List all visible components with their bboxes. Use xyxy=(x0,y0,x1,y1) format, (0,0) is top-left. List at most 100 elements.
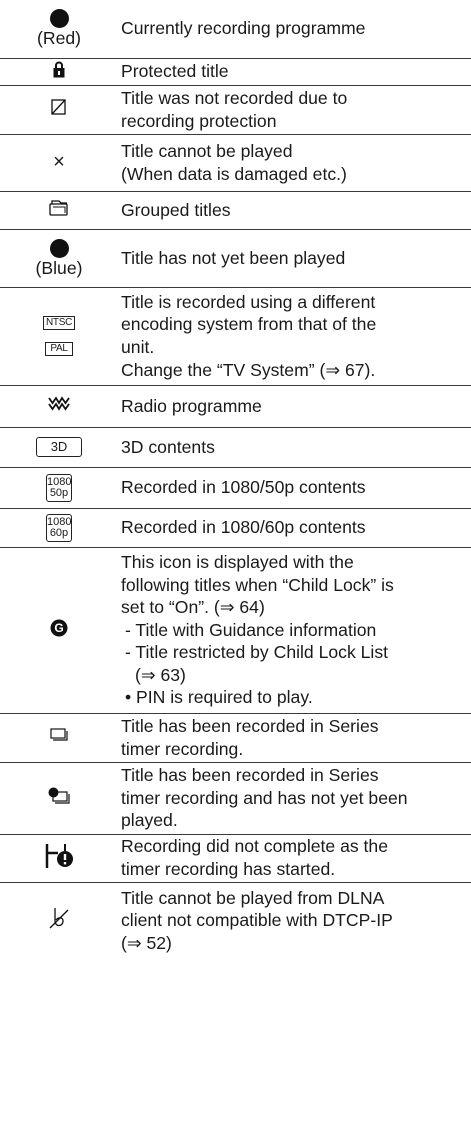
icon-cell: 1080 50p xyxy=(0,467,118,509)
description-line: Title was not recorded due to xyxy=(121,87,348,108)
description-line: Change the “TV System” (⇒ 67). xyxy=(121,359,376,380)
description-list-item-continued: (⇒ 63) xyxy=(135,664,186,685)
description-cell: Title has not yet been played xyxy=(118,229,471,288)
description-line: Grouped titles xyxy=(121,199,231,220)
cross-icon: × xyxy=(53,151,65,173)
grouped-titles-icon xyxy=(49,200,68,216)
description-line: played. xyxy=(121,810,178,831)
red-dot-icon xyxy=(49,9,69,29)
icon-cell: NTSC PAL xyxy=(0,287,118,386)
description-line: unit. xyxy=(121,337,155,357)
description-line: timer recording and has not yet been xyxy=(121,787,408,808)
description-line: timer recording. xyxy=(121,738,244,759)
table-row: Title has been recorded in Series timer … xyxy=(0,713,471,763)
icon-cell xyxy=(0,85,118,135)
icon-legend-table: (Red) Currently recording programme Prot… xyxy=(0,0,471,959)
description-cell: Recording did not complete as the timer … xyxy=(118,834,471,883)
description-line: Title cannot be played from DLNA xyxy=(121,887,385,908)
table-row: (Blue) Title has not yet been played xyxy=(0,229,471,288)
icon-caption: (Blue) xyxy=(35,257,83,278)
description-line: Radio programme xyxy=(121,395,262,416)
icon-caption: (Red) xyxy=(37,28,81,49)
table-row: Protected title xyxy=(0,58,471,86)
table-row: (Red) Currently recording programme xyxy=(0,0,471,59)
recording-protection-icon xyxy=(51,99,66,115)
table-row: Grouped titles xyxy=(0,191,471,230)
description-cell: Title has been recorded in Series timer … xyxy=(118,713,471,763)
description-cell: Title was not recorded due to recording … xyxy=(118,85,471,135)
icon-cell: 3D xyxy=(0,427,118,468)
description-cell: Title is recorded using a different enco… xyxy=(118,287,471,386)
description-cell: 3D contents xyxy=(118,427,471,468)
description-cell: Title cannot be played from DLNA client … xyxy=(118,882,471,959)
description-bullet: • PIN is required to play. xyxy=(125,687,313,708)
description-line: Currently recording programme xyxy=(121,18,366,39)
table-row: Title was not recorded due to recording … xyxy=(0,85,471,135)
description-cell: Radio programme xyxy=(118,385,471,428)
icon-cell xyxy=(0,713,118,763)
icon-cell xyxy=(0,385,118,428)
icon-cell xyxy=(0,58,118,86)
table-row: Title cannot be played from DLNA client … xyxy=(0,882,471,959)
description-list-item: - Title with Guidance information xyxy=(125,619,377,640)
description-line: Recording did not complete as the xyxy=(121,836,388,857)
table-row: × Title cannot be played (When data is d… xyxy=(0,134,471,192)
guidance-letter: G xyxy=(54,621,63,635)
description-line: Recorded in 1080/50p contents xyxy=(121,477,366,498)
guidance-icon: G xyxy=(50,619,68,636)
icon-cell xyxy=(0,191,118,230)
blue-dot-icon xyxy=(49,238,69,258)
table-row: NTSC PAL Title is recorded using a diffe… xyxy=(0,287,471,386)
description-line: Title cannot be played xyxy=(121,140,293,161)
icon-cell xyxy=(0,834,118,883)
description-line: (When data is damaged etc.) xyxy=(121,163,347,184)
1080-60p-icon: 1080 60p xyxy=(46,513,72,542)
description-cell: Grouped titles xyxy=(118,191,471,230)
framerate-label: 60p xyxy=(49,526,69,539)
description-line: recording protection xyxy=(121,110,277,131)
description-line: Title has not yet been played xyxy=(121,247,346,268)
icon-cell: (Red) xyxy=(0,0,118,59)
ntsc-label: NTSC xyxy=(42,316,76,330)
description-cell: Currently recording programme xyxy=(118,0,471,59)
ntsc-pal-icon: NTSC PAL xyxy=(0,316,118,356)
description-line: (⇒ 52) xyxy=(121,933,172,954)
table-row: Radio programme xyxy=(0,385,471,428)
table-row: 3D 3D contents xyxy=(0,427,471,468)
description-line: This icon is displayed with the xyxy=(121,551,354,572)
icon-cell: × xyxy=(0,134,118,192)
radio-icon xyxy=(48,396,70,411)
icon-cell: (Blue) xyxy=(0,229,118,288)
description-line: timer recording has started. xyxy=(121,859,336,879)
icon-cell xyxy=(0,882,118,959)
table-row: 1080 60p Recorded in 1080/60p contents xyxy=(0,508,471,548)
description-cell: Recorded in 1080/60p contents xyxy=(118,508,471,548)
timer-conflict-icon xyxy=(45,843,73,868)
description-line: encoding system from that of the xyxy=(121,314,377,335)
1080-50p-icon: 1080 50p xyxy=(46,473,72,502)
description-line: Recorded in 1080/60p contents xyxy=(121,517,366,538)
pal-label: PAL xyxy=(45,342,73,356)
description-line: Title is recorded using a different xyxy=(121,291,376,312)
series-timer-icon xyxy=(50,728,68,741)
table-row: G This icon is displayed with the follow… xyxy=(0,547,471,714)
icon-cell: G xyxy=(0,547,118,714)
description-line: Title has been recorded in Series xyxy=(121,765,379,786)
padlock-icon xyxy=(53,61,65,77)
description-line: 3D contents xyxy=(121,436,215,457)
table-row: 1080 50p Recorded in 1080/50p contents xyxy=(0,467,471,509)
description-line: set to “On”. (⇒ 64) xyxy=(121,597,265,618)
3d-icon: 3D xyxy=(36,437,82,457)
icon-cell: 1080 60p xyxy=(0,508,118,548)
dlna-restricted-icon xyxy=(49,908,69,929)
description-line: Protected title xyxy=(121,61,229,82)
framerate-label: 50p xyxy=(49,486,69,499)
series-timer-unplayed-icon xyxy=(48,787,70,804)
description-cell: Recorded in 1080/50p contents xyxy=(118,467,471,509)
description-cell: This icon is displayed with the followin… xyxy=(118,547,471,714)
description-line: Title has been recorded in Series xyxy=(121,715,379,736)
description-cell: Title cannot be played (When data is dam… xyxy=(118,134,471,192)
description-cell: Protected title xyxy=(118,58,471,86)
description-list-item: - Title restricted by Child Lock List xyxy=(125,642,389,663)
description-line: client not compatible with DTCP-IP xyxy=(121,910,393,931)
